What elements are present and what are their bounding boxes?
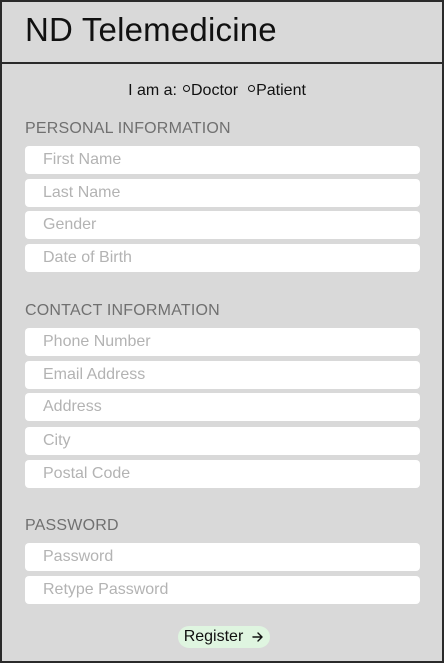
arrow-right-icon (252, 632, 264, 642)
city-field[interactable] (25, 427, 420, 455)
patient-radio[interactable] (248, 84, 256, 92)
doctor-radio[interactable] (182, 84, 190, 92)
last-name-field[interactable] (25, 179, 420, 207)
email-address-field[interactable] (25, 361, 420, 389)
password-heading: PASSWORD (25, 517, 119, 534)
role-label: I am a: (128, 82, 177, 99)
retype-password-field[interactable] (25, 576, 420, 604)
register-label: Register (183, 628, 244, 645)
register-button[interactable]: Register (178, 626, 270, 648)
phone-number-field[interactable] (25, 328, 420, 356)
app-header: ND Telemedicine (2, 2, 442, 64)
contact-info-heading: CONTACT INFORMATION (25, 302, 220, 319)
app-title: ND Telemedicine (25, 11, 277, 48)
doctor-label: Doctor (190, 82, 239, 99)
personal-info-heading: PERSONAL INFORMATION (25, 120, 231, 137)
address-field[interactable] (25, 393, 420, 421)
role-option-doctor[interactable]: Doctor (182, 82, 239, 100)
postal-code-field[interactable] (25, 460, 420, 488)
role-selector: I am a: Doctor Patient (2, 82, 442, 100)
gender-field[interactable] (25, 211, 420, 239)
date-of-birth-field[interactable] (25, 244, 420, 272)
patient-label: Patient (256, 82, 306, 99)
first-name-field[interactable] (25, 146, 420, 174)
registration-window: ND Telemedicine I am a: Doctor Patient P… (0, 0, 444, 663)
role-option-patient[interactable]: Patient (248, 82, 306, 100)
password-field[interactable] (25, 543, 420, 571)
